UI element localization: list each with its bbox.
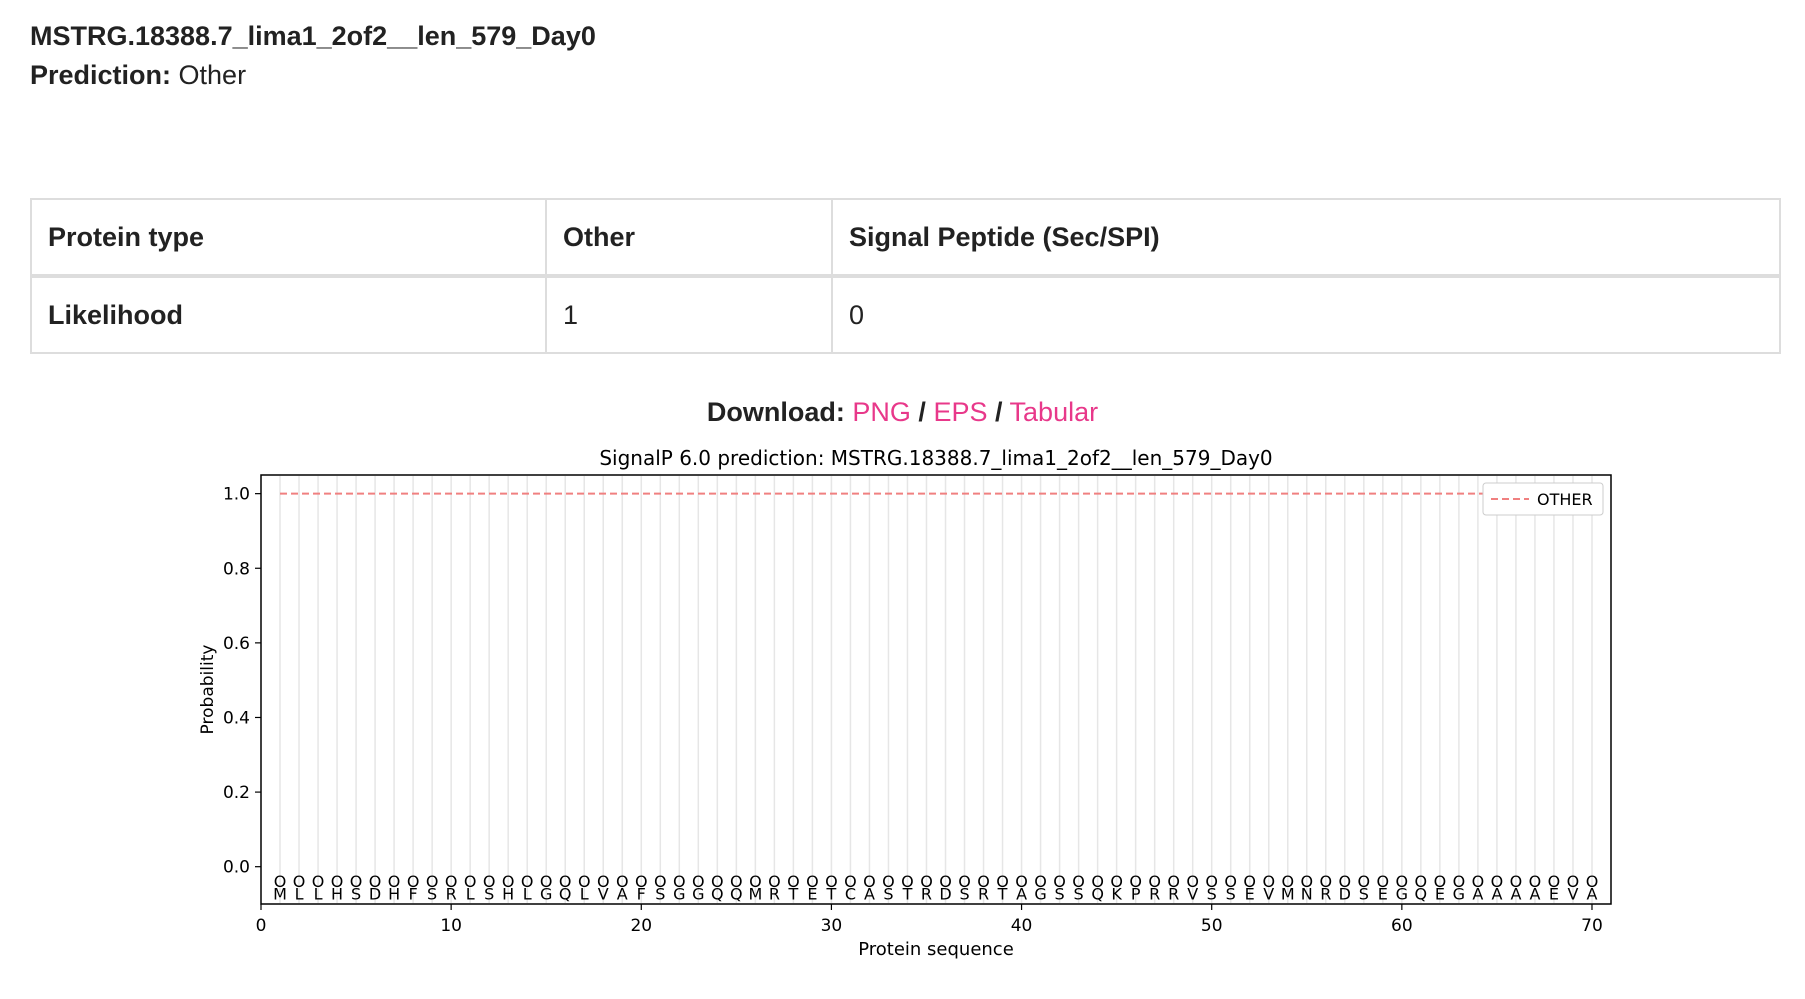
residue-label: M (748, 884, 762, 903)
residue-label: A (864, 884, 875, 903)
residue-label: H (502, 884, 514, 903)
residue-label: E (1435, 884, 1445, 903)
residue-label: R (446, 884, 457, 903)
residue-label: S (1226, 884, 1236, 903)
residue-label: R (1168, 884, 1179, 903)
residue-label: V (1263, 884, 1274, 903)
residue-label: T (902, 884, 913, 903)
residue-label: H (331, 884, 343, 903)
residue-label: V (1567, 884, 1578, 903)
residue-label: S (883, 884, 893, 903)
residue-label: T (788, 884, 799, 903)
residue-label: D (1339, 884, 1351, 903)
residue-label: N (1301, 884, 1313, 903)
residue-label: Q (711, 884, 724, 903)
plot-area-frame (260, 474, 1612, 905)
residue-label: C (845, 884, 856, 903)
residue-label: S (1207, 884, 1217, 903)
x-tick-label: 60 (1391, 916, 1413, 936)
residue-label: P (1131, 884, 1141, 903)
residue-label: H (388, 884, 400, 903)
residue-label: R (1320, 884, 1331, 903)
residue-label: S (484, 884, 494, 903)
residue-label: S (959, 884, 969, 903)
residue-label: V (1187, 884, 1198, 903)
residue-label: S (427, 884, 437, 903)
residue-label: E (1378, 884, 1388, 903)
residue-label: A (1529, 884, 1540, 903)
residue-label: A (1472, 884, 1483, 903)
gridlines (279, 476, 1593, 903)
residue-label: Q (559, 884, 572, 903)
residue-label: L (466, 884, 475, 903)
residue-label: S (351, 884, 361, 903)
residue-label: R (769, 884, 780, 903)
residue-label: D (369, 884, 381, 903)
residue-label: R (978, 884, 989, 903)
chart-title: SignalP 6.0 prediction: MSTRG.18388.7_li… (599, 446, 1272, 470)
y-tick-label: 0.2 (223, 783, 250, 803)
y-tick-label: 0.8 (223, 559, 250, 579)
residue-label: T (826, 884, 837, 903)
residue-label: T (997, 884, 1008, 903)
residue-label: Q (730, 884, 743, 903)
residue-label: G (540, 884, 552, 903)
residue-label: E (1549, 884, 1559, 903)
residue-label: E (807, 884, 817, 903)
residue-label: M (273, 884, 287, 903)
residue-label: A (1491, 884, 1502, 903)
axis-ticks: 0 10 20 30 40 50 60 70 0.0 0.2 0.4 0.6 0.8 1.0 (223, 485, 1603, 936)
residue-label: S (1055, 884, 1065, 903)
residue-label: E (1245, 884, 1255, 903)
x-tick-label: 50 (1201, 916, 1223, 936)
residue-label: G (1034, 884, 1046, 903)
residue-label: A (617, 884, 628, 903)
residue-label: L (523, 884, 532, 903)
signalp-prediction-chart: OMOLOLOHOSODOHOFOSOROLOSOHOLOGOQOLOVOAOF… (198, 446, 1612, 960)
y-tick-label: 0.0 (223, 858, 250, 878)
residue-label: A (1016, 884, 1027, 903)
residue-label: G (1453, 884, 1465, 903)
legend-label: OTHER (1537, 490, 1593, 509)
residue-label: K (1111, 884, 1122, 903)
residue-label: L (295, 884, 304, 903)
sequence-markers: OMOLOLOHOSODOHOFOSOROLOSOHOLOGOQOLOVOAOF… (273, 872, 1598, 903)
residue-label: S (1074, 884, 1084, 903)
x-tick-label: 20 (630, 916, 652, 936)
residue-label: L (314, 884, 323, 903)
residue-label: L (580, 884, 589, 903)
y-tick-label: 0.4 (223, 708, 250, 728)
residue-label: D (939, 884, 951, 903)
residue-label: A (1587, 884, 1598, 903)
residue-label: F (637, 884, 646, 903)
y-tick-label: 1.0 (223, 485, 250, 505)
residue-label: G (1396, 884, 1408, 903)
residue-label: G (673, 884, 685, 903)
residue-label: Q (1415, 884, 1428, 903)
x-tick-label: 0 (256, 916, 267, 936)
residue-label: F (409, 884, 418, 903)
x-tick-label: 10 (440, 916, 462, 936)
residue-label: R (921, 884, 932, 903)
y-tick-label: 0.6 (223, 634, 250, 654)
residue-label: V (598, 884, 609, 903)
residue-label: S (1359, 884, 1369, 903)
chart-legend: OTHER (1482, 482, 1604, 516)
x-tick-label: 30 (821, 916, 843, 936)
residue-label: A (1510, 884, 1521, 903)
x-tick-label: 70 (1581, 916, 1603, 936)
residue-label: Q (1091, 884, 1104, 903)
residue-label: G (692, 884, 704, 903)
residue-label: R (1149, 884, 1160, 903)
y-axis-label: Probability (198, 645, 218, 735)
residue-label: M (1281, 884, 1295, 903)
x-axis-label: Protein sequence (858, 939, 1014, 960)
residue-label: S (655, 884, 665, 903)
x-tick-label: 40 (1011, 916, 1033, 936)
